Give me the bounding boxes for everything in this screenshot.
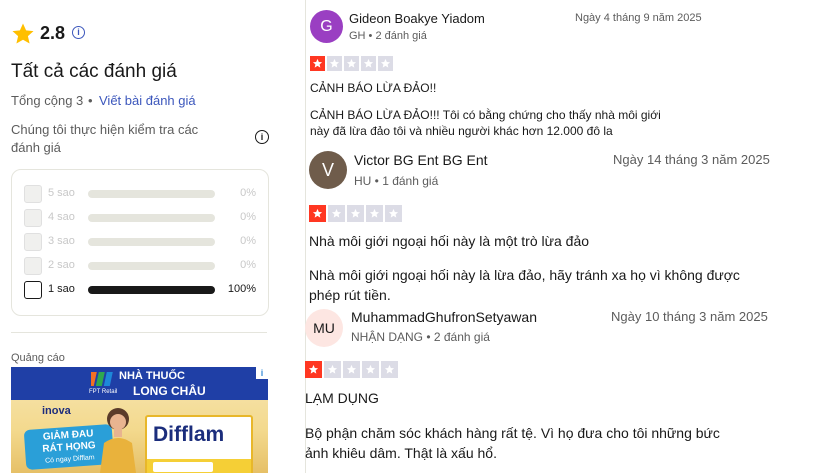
ad-label: Quảng cáo: [11, 352, 65, 364]
star-icon: [347, 205, 364, 222]
write-review-link[interactable]: Viết bài đánh giá: [99, 93, 196, 108]
rating-percent: 0%: [240, 259, 256, 271]
ad-person-image: [100, 408, 136, 473]
separator-dot: •: [88, 93, 93, 108]
star-icon: [343, 361, 360, 378]
ad-fpt-text: FPT Retail: [89, 389, 118, 395]
star-icon: [310, 56, 325, 71]
rating-filter-row[interactable]: 1 sao 100%: [24, 281, 256, 299]
star-icon: [362, 361, 379, 378]
rating-filter-row[interactable]: 4 sao 0%: [24, 209, 256, 227]
ad-brand-inova: inova: [42, 405, 71, 417]
star-icon: [366, 205, 383, 222]
ad-pharmacy-line2: LONG CHÂU: [133, 384, 206, 398]
review-title[interactable]: Nhà môi giới ngoại hối này là một trò lừ…: [309, 233, 589, 249]
star-icon: [12, 23, 34, 44]
reviewer-name[interactable]: MuhammadGhufronSetyawan: [351, 309, 537, 325]
rating-bar: [88, 214, 215, 222]
star-rating: [309, 205, 402, 222]
reviewer-meta: GH • 2 đánh giá: [349, 30, 427, 42]
review-title[interactable]: LẠM DỤNG: [305, 390, 379, 406]
rating-distribution-filter: 5 sao 0% 4 sao 0% 3 sao 0% 2 sao 0% 1 sa…: [11, 169, 269, 316]
reviewer-name[interactable]: Gideon Boakye Yiadom: [349, 11, 485, 26]
star-rating: [305, 361, 398, 378]
star-icon: [344, 56, 359, 71]
review-title[interactable]: CẢNH BÁO LỪA ĐẢO!!: [310, 81, 436, 95]
rating-filter-label: 2 sao: [48, 259, 75, 271]
review-text-line: Bộ phận chăm sóc khách hàng rất tệ. Vì h…: [305, 425, 720, 441]
reviewer-name[interactable]: Victor BG Ent BG Ent: [354, 152, 488, 168]
rating-filter-label: 5 sao: [48, 187, 75, 199]
rating-bar: [88, 190, 215, 198]
rating-filter-row[interactable]: 5 sao 0%: [24, 185, 256, 203]
rating-filter-row[interactable]: 2 sao 0%: [24, 257, 256, 275]
review-date: Ngày 4 tháng 9 năm 2025: [575, 12, 702, 24]
star-icon: [328, 205, 345, 222]
star-icon: [361, 56, 376, 71]
star-icon: [385, 205, 402, 222]
rating-percent: 0%: [240, 235, 256, 247]
star-icon: [378, 56, 393, 71]
fpt-logo-icon: [91, 372, 113, 386]
ad-info-icon[interactable]: i: [256, 367, 268, 379]
info-icon[interactable]: i: [72, 26, 85, 39]
total-count: Tổng cộng 3: [11, 93, 84, 108]
average-rating: 2.8: [40, 23, 66, 43]
rating-bar: [88, 286, 215, 294]
reviewer-meta: NHẬN DẠNG • 2 đánh giá: [351, 330, 490, 344]
rating-filter-label: 4 sao: [48, 211, 75, 223]
review-date: Ngày 14 tháng 3 năm 2025: [613, 152, 770, 167]
rating-bar: [88, 262, 215, 270]
all-reviews-title: Tất cả các đánh giá: [11, 61, 177, 82]
avatar[interactable]: G: [310, 10, 343, 43]
rating-percent: 0%: [240, 187, 256, 199]
ad-product-name: Difflam: [153, 423, 225, 446]
star-icon: [305, 361, 322, 378]
checkbox[interactable]: [24, 233, 42, 251]
info-icon[interactable]: i: [255, 130, 269, 144]
rating-filter-label: 1 sao: [48, 283, 75, 295]
rating-summary-panel: 2.8 i Tất cả các đánh giá Tổng cộng 3 • …: [0, 0, 290, 473]
review-text-line: ảnh khiêu dâm. Thật là xấu hổ.: [305, 445, 497, 461]
avatar[interactable]: V: [309, 151, 347, 189]
star-rating: [310, 56, 393, 71]
ad-pharmacy-line1: NHÀ THUỐC: [119, 370, 185, 382]
divider: [11, 332, 267, 333]
avatar[interactable]: MU: [305, 309, 343, 347]
rating-percent: 100%: [227, 283, 256, 295]
ad-header: FPT Retail NHÀ THUỐC LONG CHÂU i: [11, 367, 268, 400]
star-icon: [309, 205, 326, 222]
rating-bar-fill: [88, 286, 215, 294]
star-icon: [381, 361, 398, 378]
checkbox[interactable]: [24, 185, 42, 203]
reviewer-meta: HU • 1 đánh giá: [354, 174, 439, 188]
review-check-text: Chúng tôi thực hiện kiểm tra các đánh gi…: [11, 122, 199, 155]
rating-filter-row[interactable]: 3 sao 0%: [24, 233, 256, 251]
review-text-line: Nhà môi giới ngoại hối này là lừa đảo, h…: [309, 267, 740, 283]
review-date: Ngày 10 tháng 3 năm 2025: [611, 309, 768, 324]
rating-filter-label: 3 sao: [48, 235, 75, 247]
star-icon: [327, 56, 342, 71]
rating-bar: [88, 238, 215, 246]
checkbox[interactable]: [24, 209, 42, 227]
review-text-line: phép rút tiền.: [309, 287, 391, 303]
checkbox[interactable]: [24, 257, 42, 275]
checkbox[interactable]: [24, 281, 42, 299]
review-text-line: này đã lừa đảo tôi và nhiều người khác h…: [310, 124, 613, 138]
ad-product-box: Difflam: [145, 415, 253, 473]
advertisement-banner[interactable]: FPT Retail NHÀ THUỐC LONG CHÂU i inova G…: [11, 367, 268, 473]
star-icon: [324, 361, 341, 378]
rating-percent: 0%: [240, 211, 256, 223]
